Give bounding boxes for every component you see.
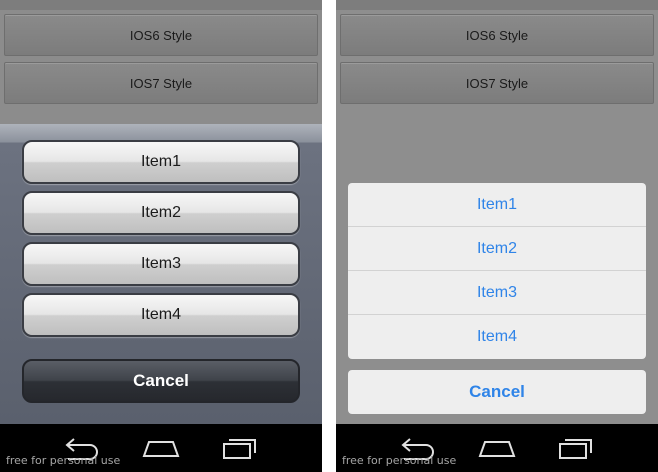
- watermark-text: free for personal use: [6, 454, 121, 467]
- recent-apps-icon: [559, 439, 592, 459]
- ios7-action-sheet: Item1 Item2 Item3 Item4: [348, 183, 646, 359]
- recent-apps-icon: [223, 439, 256, 459]
- app-background: IOS6 Style IOS7 Style: [0, 0, 322, 124]
- recent-apps-button[interactable]: [554, 434, 598, 462]
- action-sheet-cancel-button[interactable]: Cancel: [348, 370, 646, 414]
- watermark-text: free for personal use: [342, 454, 457, 467]
- status-strip: [0, 0, 322, 10]
- phone-ios7-screen: IOS6 Style IOS7 Style Item1 Item2 Item3 …: [336, 0, 658, 472]
- action-sheet-item-1[interactable]: Item1: [348, 183, 646, 227]
- action-sheet-item-2[interactable]: Item2: [348, 227, 646, 271]
- ios7-style-button[interactable]: IOS7 Style: [340, 62, 654, 104]
- recent-apps-button[interactable]: [218, 434, 262, 462]
- ios7-style-button[interactable]: IOS7 Style: [4, 62, 318, 104]
- action-sheet-item-3[interactable]: Item3: [22, 242, 300, 286]
- navigation-bar: free for personal use: [0, 424, 322, 472]
- status-strip: [336, 0, 658, 10]
- home-icon: [478, 441, 516, 457]
- navigation-bar: free for personal use: [336, 424, 658, 472]
- home-button[interactable]: [475, 434, 519, 462]
- ios6-action-sheet: Item1 Item2 Item3 Item4 Cancel: [0, 124, 322, 424]
- home-icon: [142, 441, 180, 457]
- action-sheet-item-4[interactable]: Item4: [348, 315, 646, 359]
- action-sheet-item-1[interactable]: Item1: [22, 140, 300, 184]
- action-sheet-cancel-button[interactable]: Cancel: [22, 359, 300, 403]
- ios6-style-button[interactable]: IOS6 Style: [4, 14, 318, 56]
- action-sheet-item-4[interactable]: Item4: [22, 293, 300, 337]
- phone-ios6-screen: IOS6 Style IOS7 Style Item1 Item2 Item3 …: [0, 0, 322, 472]
- action-sheet-item-3[interactable]: Item3: [348, 271, 646, 315]
- action-sheet-item-2[interactable]: Item2: [22, 191, 300, 235]
- ios6-style-button[interactable]: IOS6 Style: [340, 14, 654, 56]
- home-button[interactable]: [139, 434, 183, 462]
